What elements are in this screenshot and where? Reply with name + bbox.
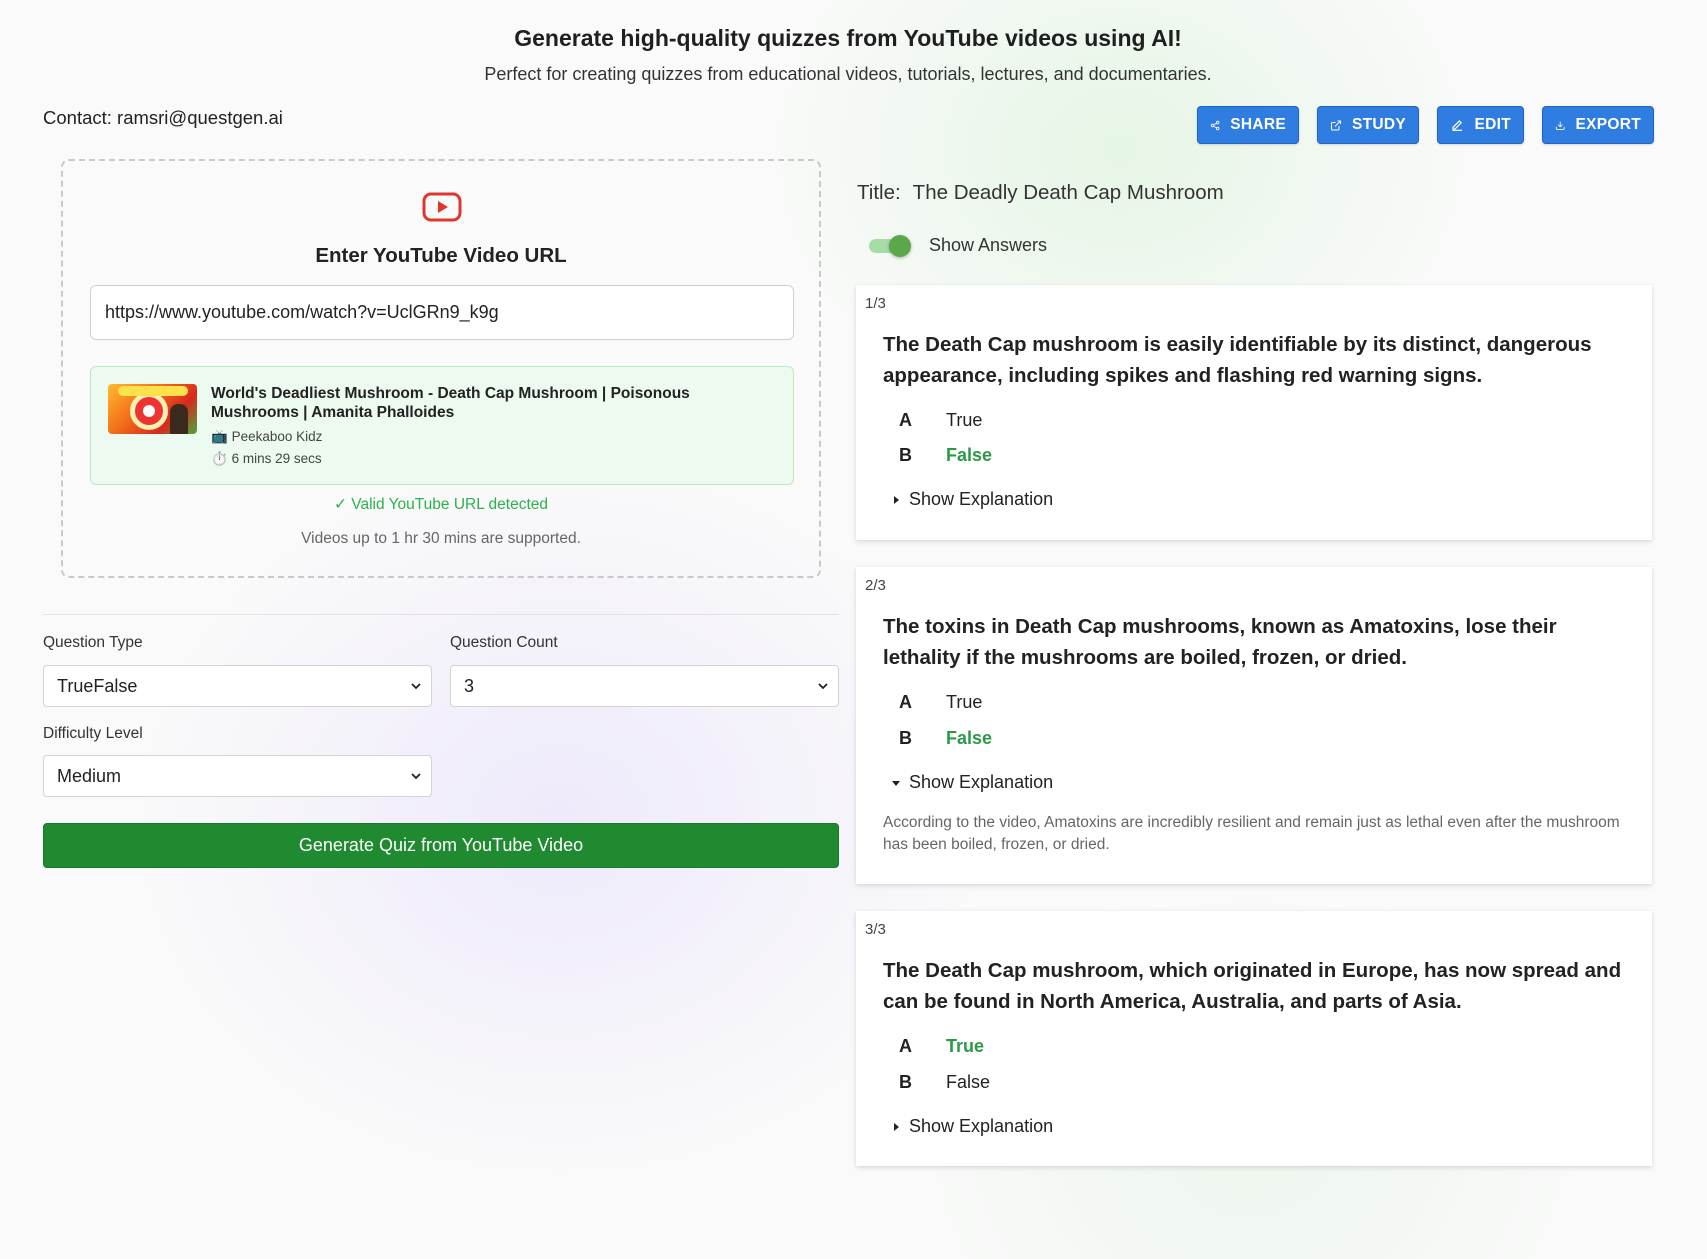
show-answers-label: Show Answers	[929, 235, 1048, 255]
question-text: The Death Cap mushroom is easily identif…	[883, 333, 1592, 387]
question-card: 3/3 The Death Cap mushroom, which origin…	[856, 911, 1652, 1166]
quiz-title: Title: The Deadly Death Cap Mushroom	[857, 181, 1224, 205]
option-letter: B	[899, 445, 912, 465]
option-letter: A	[899, 1036, 912, 1056]
option-a[interactable]: A True	[899, 692, 982, 713]
show-answers-toggle[interactable]	[869, 234, 911, 258]
option-text: False	[946, 728, 993, 748]
show-explanation-toggle[interactable]: Show Explanation	[891, 772, 1053, 793]
question-count-label: Question Count	[450, 634, 558, 651]
show-explanation-toggle[interactable]: Show Explanation	[891, 1116, 1053, 1137]
question-card: 1/3 The Death Cap mushroom is easily ide…	[856, 285, 1652, 540]
pencil-icon	[1452, 119, 1463, 131]
video-title: World's Deadliest Mushroom - Death Cap M…	[211, 385, 690, 421]
duration-support-message: Videos up to 1 hr 30 mins are supported.	[301, 530, 581, 547]
video-channel-name: Peekaboo Kidz	[231, 429, 323, 444]
question-count-value: 3	[464, 675, 475, 696]
difficulty-value: Medium	[57, 765, 122, 786]
quiz-toolbar: SHARE STUDY EDIT EXPORT	[1197, 106, 1654, 144]
caret-right-icon	[894, 495, 899, 504]
option-text: True	[946, 1036, 985, 1056]
chevron-down-icon	[411, 773, 421, 780]
youtube-icon	[422, 192, 462, 222]
option-text: False	[946, 1072, 991, 1092]
share-button[interactable]: SHARE	[1197, 106, 1299, 144]
export-button[interactable]: EXPORT	[1542, 106, 1654, 144]
video-duration-text: 6 mins 29 secs	[231, 451, 322, 466]
show-explanation-label: Show Explanation	[909, 489, 1054, 509]
difficulty-select[interactable]: Medium	[43, 755, 432, 797]
quiz-title-label: Title:	[857, 181, 901, 204]
youtube-url-panel: Enter YouTube Video URL World's Deadlies…	[61, 159, 821, 578]
option-b[interactable]: B False	[899, 1072, 990, 1093]
show-explanation-toggle[interactable]: Show Explanation	[891, 489, 1053, 510]
question-type-value: TrueFalse	[57, 675, 138, 696]
question-text: The toxins in Death Cap mushrooms, known…	[883, 615, 1557, 669]
option-b[interactable]: B False	[899, 445, 992, 466]
video-preview-card: World's Deadliest Mushroom - Death Cap M…	[90, 366, 794, 485]
video-duration: ⏱️ 6 mins 29 secs	[211, 451, 322, 467]
quiz-title-text: The Deadly Death Cap Mushroom	[912, 181, 1224, 204]
page-title: Generate high-quality quizzes from YouTu…	[514, 25, 1182, 51]
video-channel: 📺 Peekaboo Kidz	[211, 429, 322, 445]
question-number: 2/3	[865, 577, 886, 594]
option-letter: B	[899, 1072, 912, 1092]
tv-icon: 📺	[211, 429, 228, 444]
edit-label: EDIT	[1474, 116, 1511, 133]
question-text: The Death Cap mushroom, which originated…	[883, 959, 1622, 1013]
option-letter: A	[899, 692, 912, 712]
study-label: STUDY	[1351, 116, 1406, 133]
question-type-select[interactable]: TrueFalse	[43, 665, 432, 707]
study-button[interactable]: STUDY	[1317, 106, 1419, 144]
url-valid-message: ✓ Valid YouTube URL detected	[333, 496, 549, 513]
option-a[interactable]: A True	[899, 410, 982, 431]
export-label: EXPORT	[1575, 116, 1641, 133]
difficulty-label: Difficulty Level	[43, 725, 143, 742]
option-text: True	[946, 410, 983, 430]
download-icon	[1555, 121, 1565, 130]
option-text: True	[946, 692, 983, 712]
settings-divider	[43, 614, 839, 615]
question-card: 2/3 The toxins in Death Cap mushrooms, k…	[856, 567, 1652, 884]
page-subtitle: Perfect for creating quizzes from educat…	[484, 64, 1212, 84]
edit-button[interactable]: EDIT	[1437, 106, 1524, 144]
question-type-label: Question Type	[43, 634, 143, 651]
option-text: False	[946, 445, 993, 465]
url-panel-heading: Enter YouTube Video URL	[315, 244, 567, 267]
chevron-down-icon	[411, 683, 421, 690]
show-explanation-label: Show Explanation	[909, 772, 1054, 792]
youtube-url-input[interactable]	[90, 285, 794, 340]
question-number: 1/3	[865, 295, 886, 312]
chevron-down-icon	[818, 683, 828, 690]
contact-info: Contact: ramsri@questgen.ai	[43, 107, 283, 128]
question-number: 3/3	[865, 921, 886, 938]
caret-down-icon	[892, 780, 900, 786]
option-b[interactable]: B False	[899, 728, 992, 749]
generate-quiz-button[interactable]: Generate Quiz from YouTube Video	[43, 823, 839, 868]
explanation-text: According to the video, Amatoxins are in…	[883, 814, 1620, 853]
stopwatch-icon: ⏱️	[211, 451, 228, 466]
show-explanation-label: Show Explanation	[909, 1116, 1054, 1136]
share-label: SHARE	[1230, 116, 1286, 133]
caret-right-icon	[894, 1122, 899, 1131]
option-letter: A	[899, 410, 912, 430]
video-thumbnail	[108, 384, 197, 434]
page-header: Generate high-quality quizzes from YouTu…	[0, 22, 1696, 86]
external-link-icon	[1330, 120, 1341, 130]
option-a[interactable]: A True	[899, 1036, 984, 1057]
share-icon	[1210, 120, 1220, 130]
option-letter: B	[899, 728, 912, 748]
question-count-select[interactable]: 3	[450, 665, 839, 707]
